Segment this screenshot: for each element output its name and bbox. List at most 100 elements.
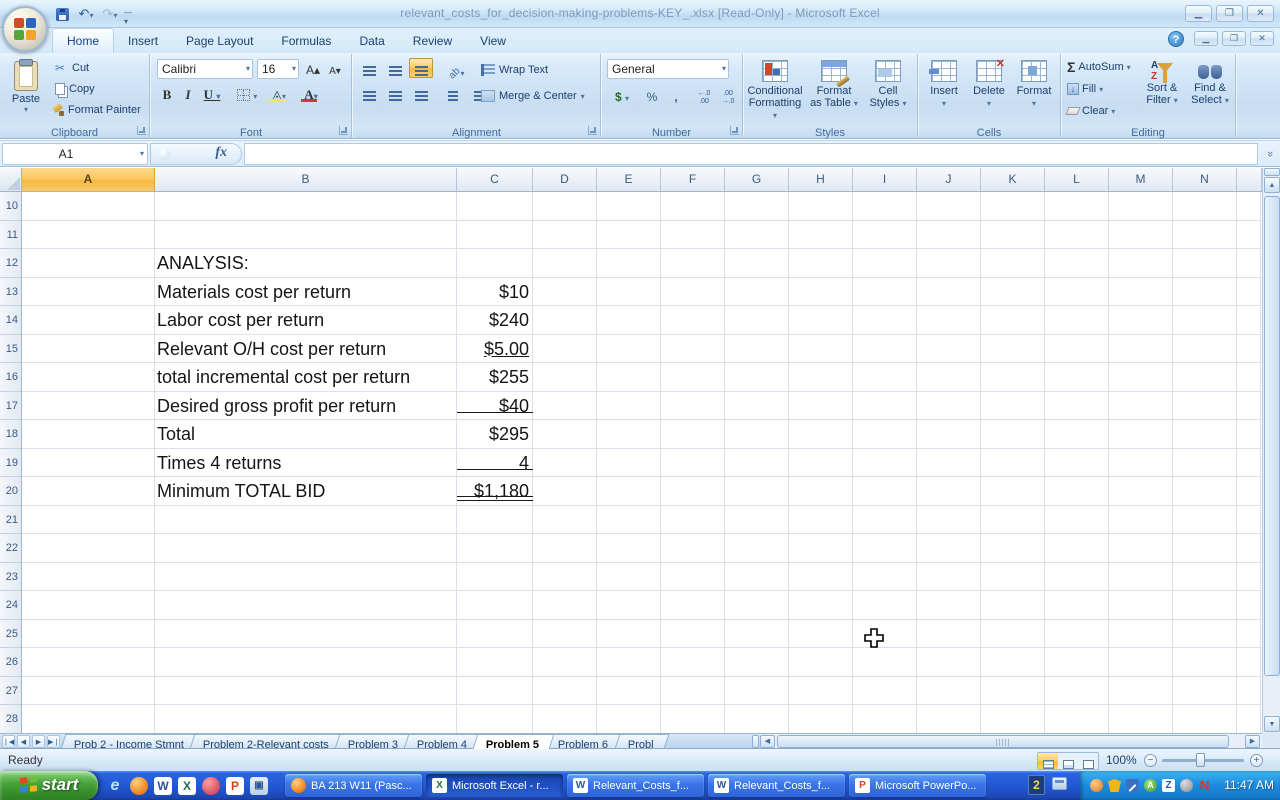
restore-button[interactable]: ❐	[1216, 5, 1243, 22]
comma-style-button[interactable]: ,	[665, 86, 687, 107]
row-header-21[interactable]: 21	[0, 506, 22, 535]
find-select-button[interactable]: Find & Select ▾	[1185, 60, 1235, 106]
task-button-2[interactable]: XMicrosoft Excel - r...	[426, 774, 563, 797]
task-button-4[interactable]: WRelevant_Costs_f...	[708, 774, 845, 797]
cell-B13[interactable]: Materials cost per return	[157, 278, 455, 306]
italic-button[interactable]: I	[179, 84, 197, 105]
font-dialog-launcher[interactable]	[339, 126, 348, 135]
number-dialog-launcher[interactable]	[730, 126, 739, 135]
decrease-decimal-button[interactable]: .00→.0	[717, 86, 739, 107]
scroll-left-button[interactable]: ◀	[760, 735, 775, 748]
gold-shield-icon[interactable]	[1108, 779, 1121, 792]
ribbon-tab-page-layout[interactable]: Page Layout	[172, 29, 267, 54]
cut-button[interactable]: ✂Cut	[52, 59, 141, 76]
accounting-format-button[interactable]: $ ▾	[607, 86, 637, 107]
cell-B15[interactable]: Relevant O/H cost per return	[157, 335, 455, 363]
key-icon[interactable]	[202, 777, 220, 795]
column-header-c[interactable]: C	[457, 168, 533, 192]
ribbon-tab-view[interactable]: View	[466, 29, 520, 54]
vertical-scrollbar[interactable]: ▲ ▼	[1262, 168, 1280, 733]
sheet-tab-problem-4[interactable]: Problem 4	[404, 734, 483, 749]
minimize-button[interactable]: ▁	[1185, 5, 1212, 22]
insert-function-button[interactable]: fx	[150, 143, 242, 165]
top-align-button[interactable]	[357, 58, 381, 78]
underline-button[interactable]: U ▾	[199, 84, 225, 105]
cell-C16[interactable]: $255	[457, 363, 529, 391]
insert-cells-button[interactable]: Insert ▾	[924, 58, 964, 111]
row-header-23[interactable]: 23	[0, 563, 22, 592]
cell-C13[interactable]: $10	[457, 278, 529, 306]
cell-B20[interactable]: Minimum TOTAL BID	[157, 477, 455, 505]
sheet-tab-prob-2-income-stmnt[interactable]: Prob 2 - Income Stmnt	[61, 734, 200, 749]
worksheet-grid[interactable]: ANALYSIS:Materials cost per return$10Lab…	[22, 192, 1262, 733]
grow-font-button[interactable]: A▴	[303, 59, 323, 80]
sheet-tab-problem-3[interactable]: Problem 3	[335, 734, 414, 749]
wrap-text-button[interactable]: Wrap Text	[481, 60, 548, 80]
ribbon-tab-review[interactable]: Review	[399, 29, 466, 54]
zoom-in-button[interactable]: +	[1250, 754, 1263, 767]
row-header-25[interactable]: 25	[0, 620, 22, 649]
start-button[interactable]: start	[0, 771, 98, 800]
ribbon-tab-home[interactable]: Home	[52, 28, 114, 53]
fill-color-button[interactable]: ◬▾	[265, 84, 293, 105]
cell-B16[interactable]: total incremental cost per return	[157, 363, 455, 391]
column-header-d[interactable]: D	[533, 168, 597, 192]
cell-B19[interactable]: Times 4 returns	[157, 449, 455, 477]
column-header-partial[interactable]	[1237, 168, 1262, 192]
cell-styles-button[interactable]: Cell Styles ▾	[863, 58, 913, 111]
middle-align-button[interactable]	[383, 58, 407, 78]
row-header-24[interactable]: 24	[0, 591, 22, 620]
row-header-27[interactable]: 27	[0, 677, 22, 706]
column-header-h[interactable]: H	[789, 168, 853, 192]
column-header-m[interactable]: M	[1109, 168, 1173, 192]
orange-ball-icon[interactable]	[1090, 779, 1103, 792]
language-bar-indicator[interactable]: 2	[1028, 775, 1045, 795]
cell-C20[interactable]: $1,180	[457, 477, 529, 505]
horizontal-scrollbar[interactable]: ◀ ▶	[760, 734, 1262, 749]
column-header-g[interactable]: G	[725, 168, 789, 192]
fill-button[interactable]: ↓Fill▾	[1067, 80, 1103, 98]
column-header-a[interactable]: A	[22, 168, 155, 192]
orientation-button[interactable]: ab▾	[441, 58, 473, 78]
zoom-slider-thumb[interactable]	[1196, 753, 1205, 767]
task-button-3[interactable]: WRelevant_Costs_f...	[567, 774, 704, 797]
row-header-22[interactable]: 22	[0, 534, 22, 563]
select-all-corner[interactable]	[0, 168, 22, 192]
autosum-button[interactable]: ΣAutoSum▾	[1067, 58, 1131, 76]
cell-C19[interactable]: 4	[457, 449, 529, 477]
page-layout-view-button[interactable]	[1058, 753, 1078, 769]
task-button-5[interactable]: PMicrosoft PowerPo...	[849, 774, 986, 797]
column-header-l[interactable]: L	[1045, 168, 1109, 192]
next-sheet-button[interactable]: ▶	[32, 735, 45, 748]
column-header-j[interactable]: J	[917, 168, 981, 192]
formula-input[interactable]	[244, 143, 1258, 165]
scroll-down-button[interactable]: ▼	[1264, 716, 1280, 732]
sheet-tab-problem-6[interactable]: Problem 6	[545, 734, 624, 749]
last-sheet-button[interactable]: ▶❘	[47, 735, 60, 748]
column-header-f[interactable]: F	[661, 168, 725, 192]
office-button[interactable]	[2, 6, 48, 52]
scroll-right-button[interactable]: ▶	[1245, 735, 1260, 748]
column-header-b[interactable]: B	[155, 168, 457, 192]
cell-B12[interactable]: ANALYSIS:	[157, 249, 455, 277]
close-button[interactable]: ✕	[1247, 5, 1274, 22]
toolbar-options-icon[interactable]	[1052, 777, 1067, 790]
cell-B14[interactable]: Labor cost per return	[157, 306, 455, 334]
delete-cells-button[interactable]: Delete ▾	[968, 58, 1010, 111]
row-header-10[interactable]: 10	[0, 192, 22, 221]
cell-C15[interactable]: $5.00	[457, 335, 529, 363]
row-header-13[interactable]: 13	[0, 278, 22, 307]
cell-C17[interactable]: $40	[457, 392, 529, 420]
clear-button[interactable]: Clear▾	[1067, 102, 1115, 120]
bottom-align-button[interactable]	[409, 58, 433, 78]
expand-formula-bar-button[interactable]: »	[1261, 147, 1279, 161]
column-header-n[interactable]: N	[1173, 168, 1237, 192]
sheet-tab-probl[interactable]: Probl	[614, 734, 669, 749]
clipboard-dialog-launcher[interactable]	[137, 126, 146, 135]
row-header-19[interactable]: 19	[0, 449, 22, 478]
row-header-11[interactable]: 11	[0, 221, 22, 250]
font-color-button[interactable]: A▾	[297, 84, 325, 105]
sheet-tab-problem-5[interactable]: Problem 5	[473, 734, 555, 749]
normal-view-button[interactable]	[1038, 753, 1058, 769]
format-as-table-button[interactable]: Format as Table ▾	[807, 58, 861, 111]
